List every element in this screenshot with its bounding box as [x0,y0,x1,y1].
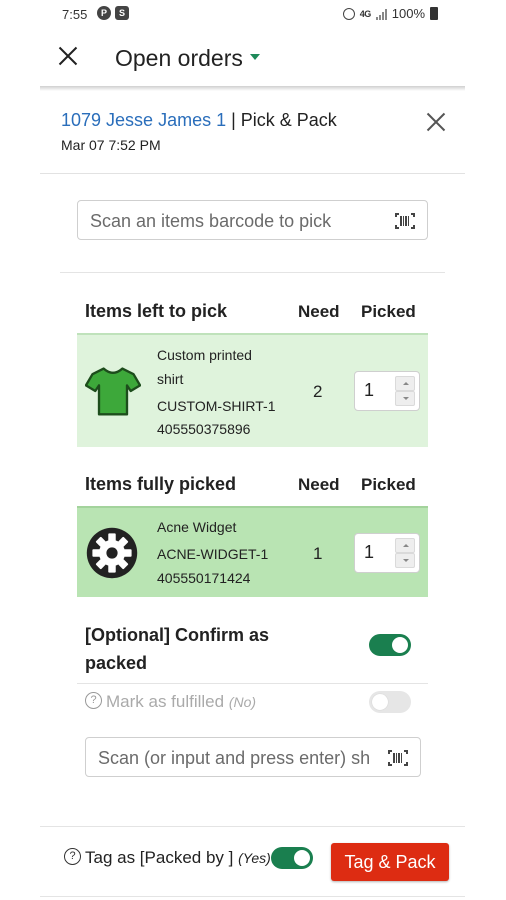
order-date: Mar 07 7:52 PM [61,137,161,153]
item-name: Custom printed [157,347,252,363]
help-icon[interactable]: ? [64,848,81,866]
close-order-icon[interactable] [427,113,445,131]
tag-packed-toggle[interactable] [271,847,313,869]
pinterest-icon: P [97,6,111,20]
tag-packed-option: ? Tag as [Packed by ] (Yes) [64,848,271,868]
item-need-count: 1 [313,544,323,563]
close-icon[interactable] [58,46,78,66]
divider [40,896,465,897]
battery-icon [430,7,438,20]
order-header: 1079 Jesse James 1 | Pick & Pack Mar 07 … [40,92,465,174]
mark-fulfilled-option: ? Mark as fulfilled (No) [85,692,256,712]
shirt-icon [85,367,141,416]
header-shadow [40,86,465,91]
signal-icon [375,8,387,20]
confirm-packed-toggle[interactable] [369,634,411,656]
item-need-count: 2 [313,382,323,401]
item-barcode: 405550171424 [157,570,251,586]
tag-packed-status: (Yes) [238,850,271,866]
status-system-icons: 4G 100% [342,6,438,21]
item-name: Acne Widget [157,519,237,535]
need-column-header: Need [298,302,340,321]
barcode-scan-input[interactable] [90,208,380,234]
pending-section-title: Items left to pick [85,301,228,321]
picked-quantity-stepper[interactable]: 1 [354,371,420,411]
orders-dropdown[interactable]: Open orders [115,45,260,72]
caret-down-icon [249,53,260,60]
picked-column-header: Picked [361,302,416,321]
picked-quantity-value: 1 [364,542,375,562]
picked-column-header: Picked [361,475,416,494]
help-icon[interactable]: ? [85,692,102,710]
order-link[interactable]: 1079 Jesse James 1 [61,110,226,130]
app-header: Open orders [40,32,465,88]
status-time: 7:55 [62,7,88,22]
tag-and-pack-button[interactable]: Tag & Pack [331,843,449,881]
item-name-continued: shirt [157,371,184,387]
status-notification-icons: P S [97,6,129,20]
increment-arrow-icon[interactable] [395,538,415,553]
item-barcode: 405550375896 [157,421,251,437]
picked-quantity-stepper[interactable]: 1 [354,533,420,573]
decrement-arrow-icon[interactable] [395,553,415,568]
barcode-scan-field [77,200,428,240]
tracking-scan-input[interactable] [98,745,373,771]
page-title: Open orders [115,45,243,71]
shopify-icon: S [115,6,129,20]
mark-fulfilled-label: Mark as fulfilled [106,692,225,711]
alarm-icon [342,7,355,20]
confirm-packed-label: [Optional] Confirm as packed [85,625,269,673]
divider [60,272,445,273]
decrement-arrow-icon[interactable] [395,391,415,406]
tracking-scan-field [85,737,421,777]
need-column-header: Need [298,475,340,494]
barcode-icon[interactable] [395,213,415,229]
battery-level: 100% [391,6,425,21]
increment-arrow-icon[interactable] [395,376,415,391]
divider [40,826,465,827]
item-sku: ACNE-WIDGET-1 [157,546,269,562]
order-mode: | Pick & Pack [226,110,337,130]
done-section-title: Items fully picked [85,474,237,494]
order-title: 1079 Jesse James 1 | Pick & Pack [61,110,337,131]
pending-item-row: Custom printed shirt CUSTOM-SHIRT-1 4055… [77,333,428,447]
divider [77,683,428,684]
mark-fulfilled-status: (No) [228,694,257,710]
item-sku: CUSTOM-SHIRT-1 [157,398,276,414]
gear-icon [86,527,138,579]
picked-quantity-value: 1 [364,380,375,400]
status-bar: 7:55 P S 4G 100% [0,0,506,30]
done-item-row: Acne Widget ACNE-WIDGET-1 405550171424 1… [77,506,428,597]
barcode-icon[interactable] [388,750,408,766]
network-icon: 4G [359,8,372,19]
tag-packed-label: Tag as [Packed by ] [85,848,234,867]
mark-fulfilled-toggle[interactable] [369,691,411,713]
